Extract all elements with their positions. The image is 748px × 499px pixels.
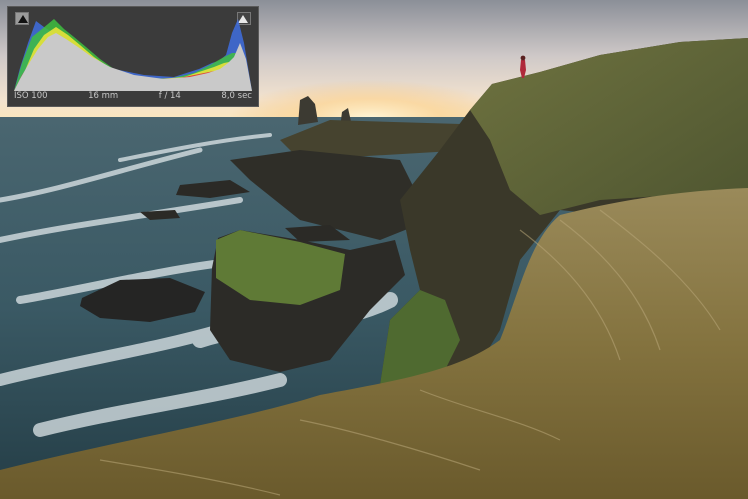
histogram-panel: ISO 100 16 mm f / 14 8,0 sec [7, 6, 259, 107]
iso-value: ISO 100 [14, 91, 48, 101]
focal-length-value: 16 mm [88, 91, 119, 101]
histogram-graph [14, 19, 252, 91]
photo-viewer: ISO 100 16 mm f / 14 8,0 sec [0, 0, 748, 499]
exif-bar: ISO 100 16 mm f / 14 8,0 sec [14, 90, 252, 103]
aperture-value: f / 14 [158, 91, 181, 101]
shutter-speed-value: 8,0 sec [221, 91, 252, 101]
